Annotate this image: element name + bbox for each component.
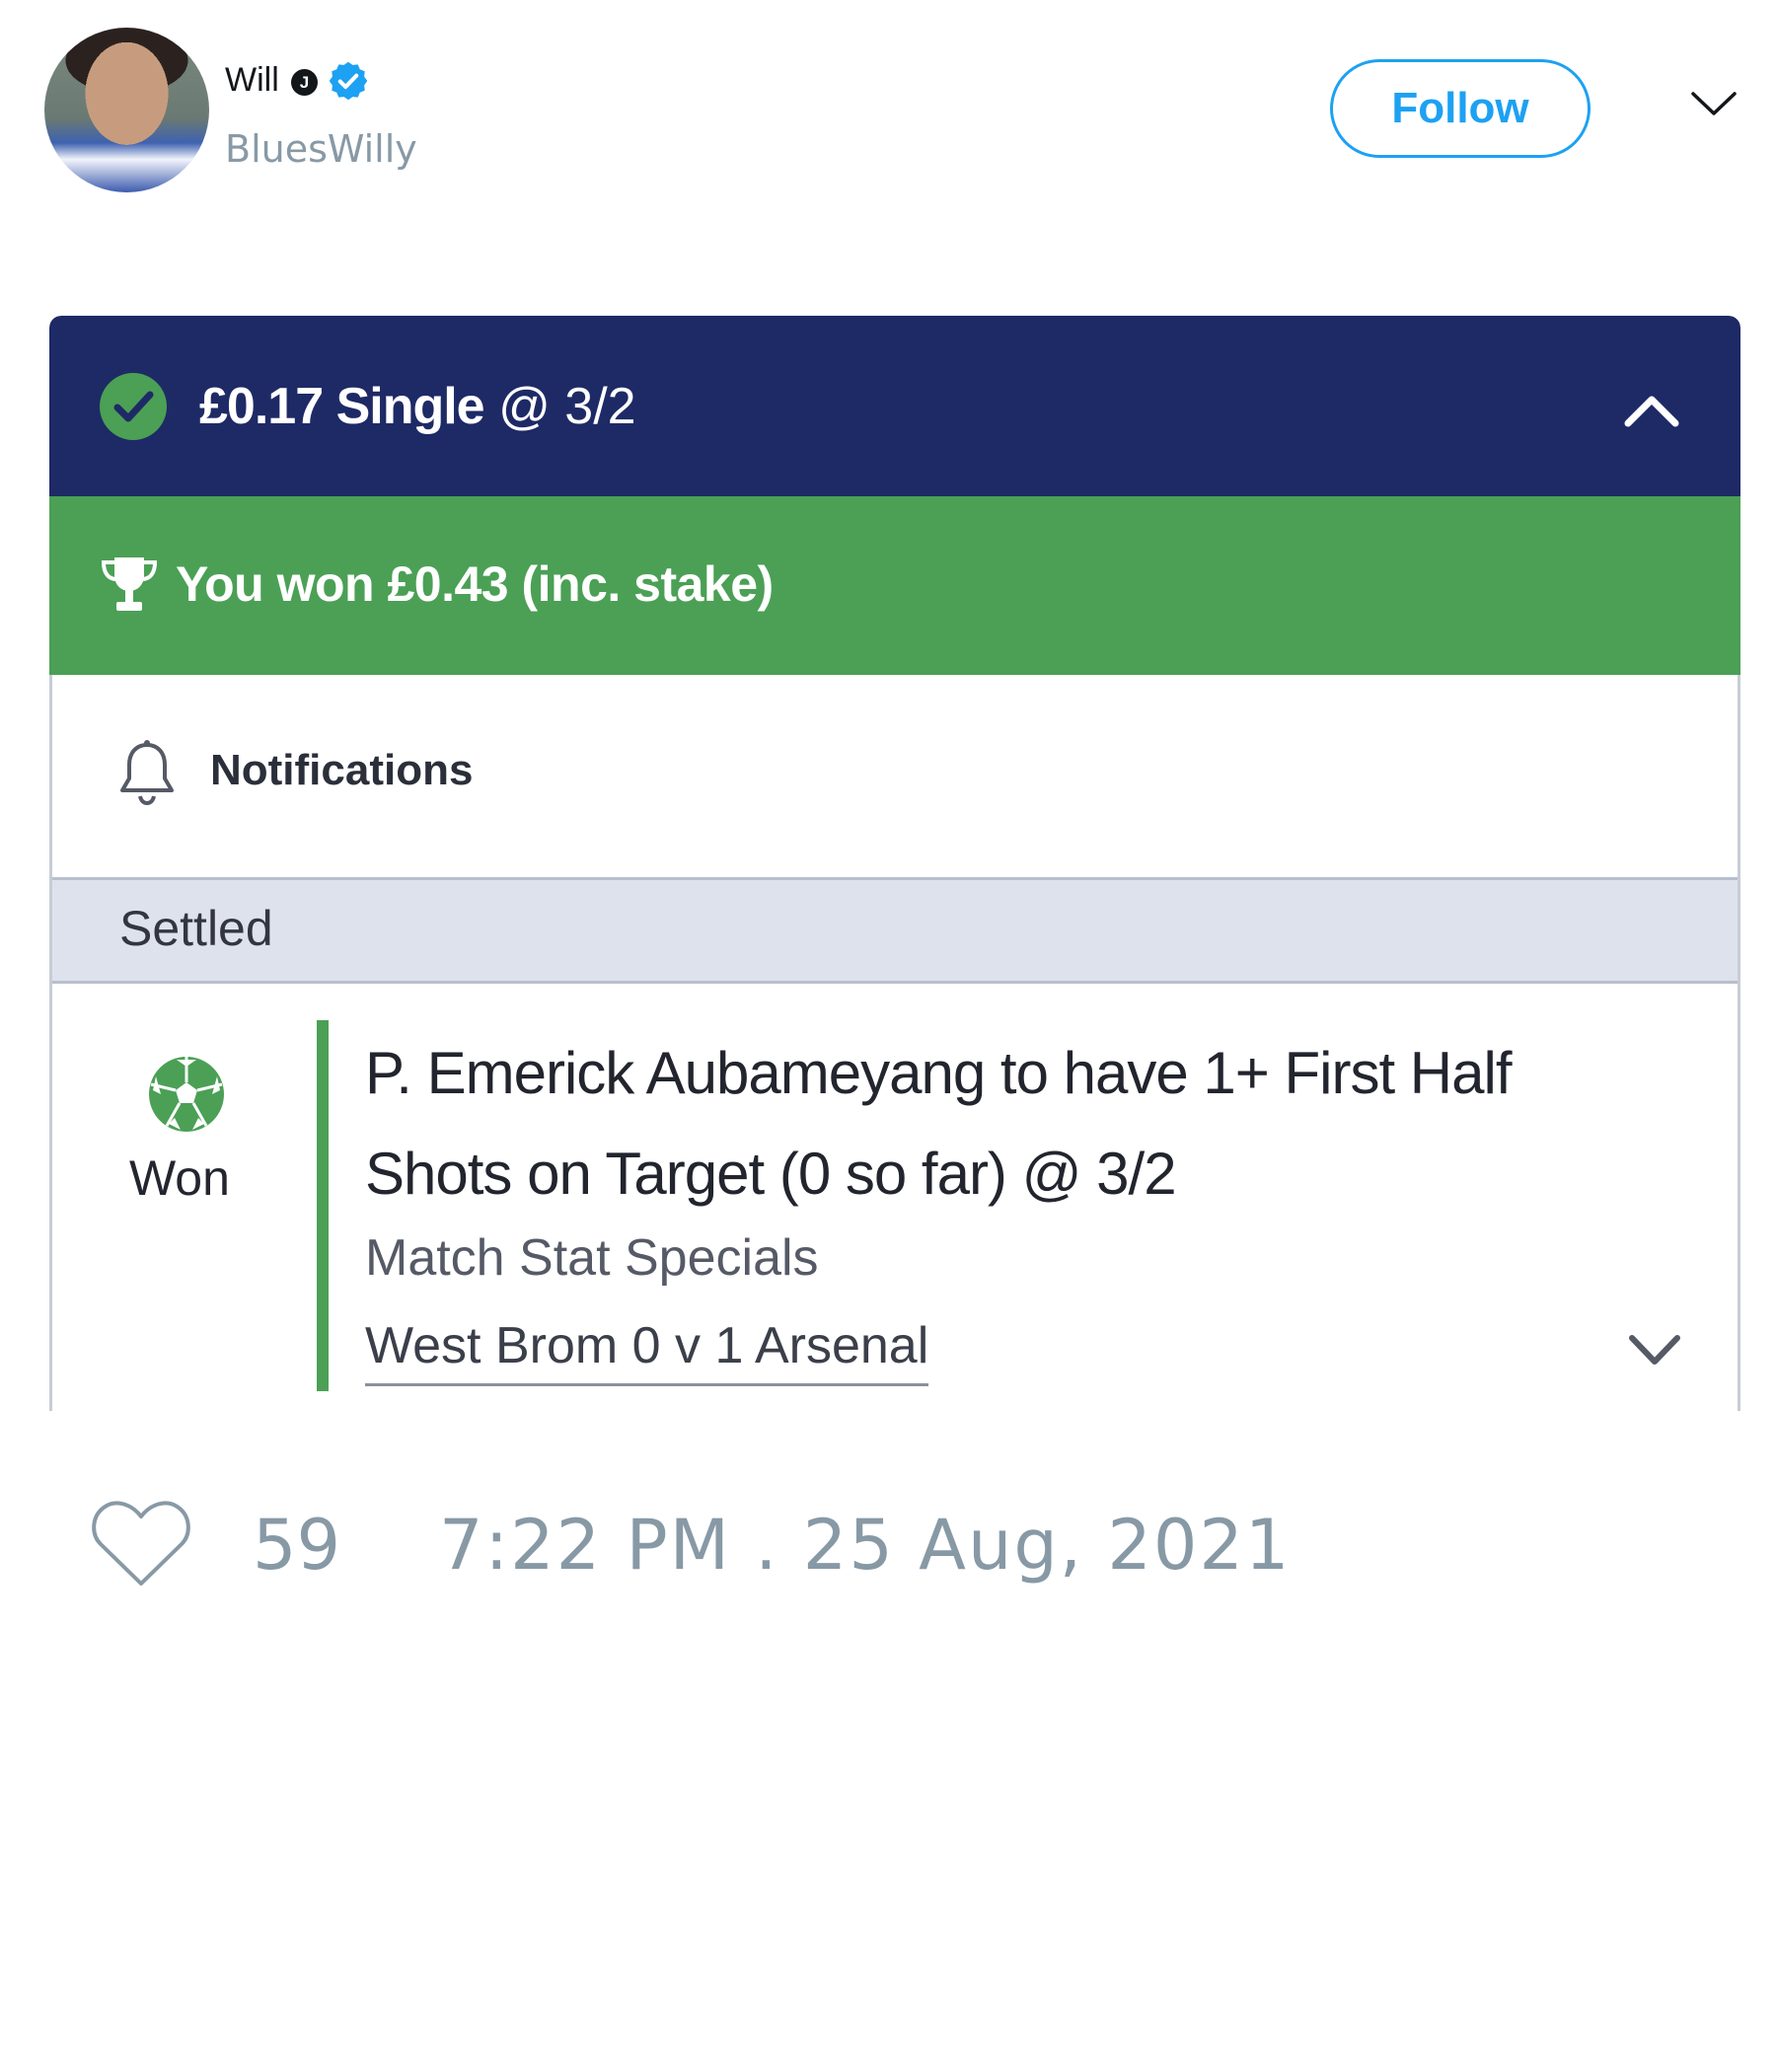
user-handle[interactable]: BluesWilly xyxy=(225,127,417,171)
heart-icon[interactable] xyxy=(89,1495,193,1590)
status-divider xyxy=(317,1020,329,1391)
avatar[interactable] xyxy=(44,28,209,192)
selection-name: P. Emerick Aubameyang to have 1+ First H… xyxy=(365,1040,1512,1207)
chevron-down-icon[interactable] xyxy=(1626,1332,1683,1368)
bet-selection: Won P. Emerick Aubameyang to have 1+ Fir… xyxy=(52,984,1738,1411)
market-name: Match Stat Specials xyxy=(365,1229,819,1287)
bell-icon xyxy=(120,740,174,806)
notifications-row[interactable]: Notifications xyxy=(52,675,1738,877)
bet-card: £0.17 Single @ 3/2 You won £0.43 (inc. s… xyxy=(49,316,1740,1411)
trophy-icon xyxy=(101,557,158,611)
bet-title: £0.17 Single @ 3/2 xyxy=(199,377,636,436)
event-link[interactable]: West Brom 0 v 1 Arsenal xyxy=(365,1316,929,1386)
winnings-text: You won £0.43 (inc. stake) xyxy=(176,556,774,612)
chevron-up-icon[interactable] xyxy=(1622,390,1681,429)
stake-type: £0.17 Single xyxy=(199,378,485,435)
tweet-timestamp[interactable]: 7:22 PM . 25 Aug, 2021 xyxy=(439,1505,1291,1586)
bet-odds: @ 3/2 xyxy=(498,378,636,435)
like-count: 59 xyxy=(253,1505,341,1586)
settled-label: Settled xyxy=(119,901,273,956)
football-icon xyxy=(149,1057,224,1132)
chevron-down-icon[interactable] xyxy=(1689,89,1739,118)
check-circle-icon xyxy=(100,373,167,440)
follow-button[interactable]: Follow xyxy=(1330,59,1591,158)
result-banner: You won £0.43 (inc. stake) xyxy=(49,496,1740,675)
notifications-label: Notifications xyxy=(210,746,474,794)
bet-header[interactable]: £0.17 Single @ 3/2 xyxy=(49,316,1740,496)
selection-status: Won xyxy=(129,1150,230,1206)
verified-icon xyxy=(329,61,368,101)
bet-details: Notifications Settled Won P. Emerick Aub… xyxy=(49,675,1740,1411)
display-name[interactable]: Will xyxy=(225,61,279,100)
settled-section-header: Settled xyxy=(52,877,1738,984)
name-badge: J xyxy=(291,69,318,96)
